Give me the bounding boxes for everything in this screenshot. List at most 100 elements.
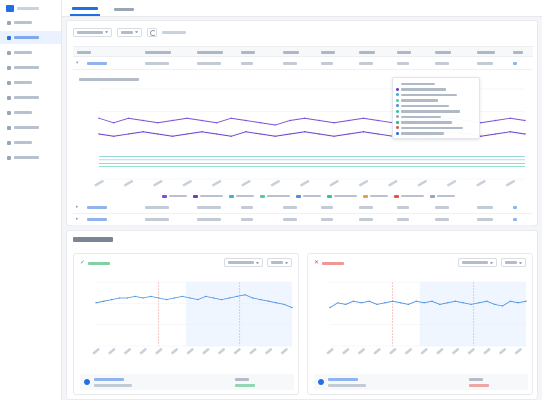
tab-2[interactable] [112, 2, 136, 16]
brand-name [17, 6, 39, 10]
legend-item[interactable] [193, 194, 223, 198]
tab-1-label [72, 6, 98, 10]
column-header[interactable] [77, 51, 91, 54]
tooltip-text [401, 104, 449, 107]
tooltip-text [401, 121, 452, 124]
table-cell[interactable] [513, 218, 517, 221]
legend-item[interactable] [363, 194, 388, 198]
x-tick-label [499, 348, 507, 355]
data-point [267, 300, 270, 302]
card-2: ✕ [307, 253, 533, 395]
tab-1[interactable] [70, 2, 100, 16]
table-cell [397, 218, 409, 221]
footer-name[interactable] [328, 378, 358, 381]
data-point [439, 303, 441, 306]
data-point [259, 122, 262, 124]
legend-item[interactable] [229, 194, 254, 198]
column-header[interactable] [283, 51, 299, 54]
column-header[interactable] [477, 51, 495, 54]
data-point [446, 302, 449, 304]
legend-item[interactable] [430, 194, 455, 198]
card-select-1[interactable] [458, 258, 497, 267]
legend-item[interactable] [260, 194, 290, 198]
data-point [230, 117, 232, 119]
expand-icon[interactable]: ▸ [76, 217, 81, 222]
tooltip-swatch [396, 87, 399, 91]
expand-icon[interactable]: ▸ [76, 205, 81, 210]
column-header[interactable] [513, 51, 523, 54]
tooltip-swatch [396, 126, 399, 130]
x-tick-label [202, 348, 210, 355]
data-point [171, 135, 174, 137]
x-tick-label [358, 180, 369, 187]
data-point [318, 133, 321, 135]
table-cell [241, 62, 253, 65]
data-point [368, 300, 370, 302]
data-point [517, 302, 519, 304]
refresh-button[interactable] [147, 27, 157, 37]
data-point [399, 302, 402, 304]
data-point [95, 302, 97, 304]
table-cell[interactable] [513, 62, 517, 65]
sidebar-item-10[interactable] [0, 151, 61, 164]
nav-icon [7, 140, 11, 145]
column-header[interactable] [359, 51, 375, 54]
data-point [157, 122, 159, 124]
chevron-down-icon [285, 261, 288, 264]
x-tick-label [241, 180, 251, 187]
table-cell[interactable] [87, 218, 107, 221]
metric-select[interactable] [73, 27, 112, 37]
sidebar-item-4[interactable] [0, 61, 61, 74]
legend-item[interactable] [162, 194, 187, 198]
table-cell[interactable] [87, 206, 107, 209]
x-tick-label [139, 348, 147, 355]
sidebar-item-5[interactable] [0, 76, 61, 89]
sidebar-item-3[interactable] [0, 46, 61, 59]
table-row[interactable]: ▸ [73, 202, 533, 214]
sidebar-item-2[interactable] [0, 31, 61, 44]
card-select-1[interactable] [224, 258, 263, 267]
data-point [524, 133, 526, 135]
comparison-section: ✓ ✕ [66, 230, 538, 400]
table-cell[interactable] [513, 206, 517, 209]
table-cell [397, 206, 409, 209]
column-header[interactable] [397, 51, 411, 54]
data-point [127, 117, 130, 119]
range-select[interactable] [117, 27, 142, 37]
sidebar-item-6[interactable] [0, 91, 61, 104]
column-header[interactable] [197, 51, 223, 54]
legend-item[interactable] [394, 194, 424, 198]
select-value [228, 261, 254, 264]
column-header[interactable] [321, 51, 335, 54]
table-cell[interactable] [87, 62, 107, 65]
sidebar-item-1[interactable] [0, 16, 61, 29]
expand-icon[interactable]: ▾ [76, 61, 81, 66]
column-header[interactable] [241, 51, 255, 54]
footer-name[interactable] [94, 378, 124, 381]
sidebar-item-7[interactable] [0, 106, 61, 119]
x-tick-label [124, 348, 131, 355]
table-row[interactable]: ▸ [73, 214, 533, 226]
card-select-2[interactable] [267, 258, 292, 267]
column-header[interactable] [435, 51, 451, 54]
sidebar-item-9[interactable] [0, 136, 61, 149]
column-header[interactable] [145, 51, 171, 54]
nav-icon [7, 95, 11, 100]
card-chart [326, 281, 527, 355]
legend-swatch [296, 194, 301, 198]
nav-icon [7, 20, 11, 25]
data-point [509, 131, 512, 133]
data-point [384, 302, 386, 304]
table-row[interactable]: ▾ [73, 58, 533, 70]
brand[interactable] [0, 0, 61, 16]
data-point [186, 133, 188, 135]
legend-item[interactable] [327, 194, 357, 198]
status-icon: ✓ [80, 260, 86, 266]
table-cell [283, 206, 297, 209]
legend-item[interactable] [296, 194, 321, 198]
data-point [112, 135, 115, 137]
card-footer [80, 374, 294, 390]
tooltip-swatch [396, 120, 399, 124]
sidebar-item-8[interactable] [0, 121, 61, 134]
card-select-2[interactable] [501, 258, 526, 267]
